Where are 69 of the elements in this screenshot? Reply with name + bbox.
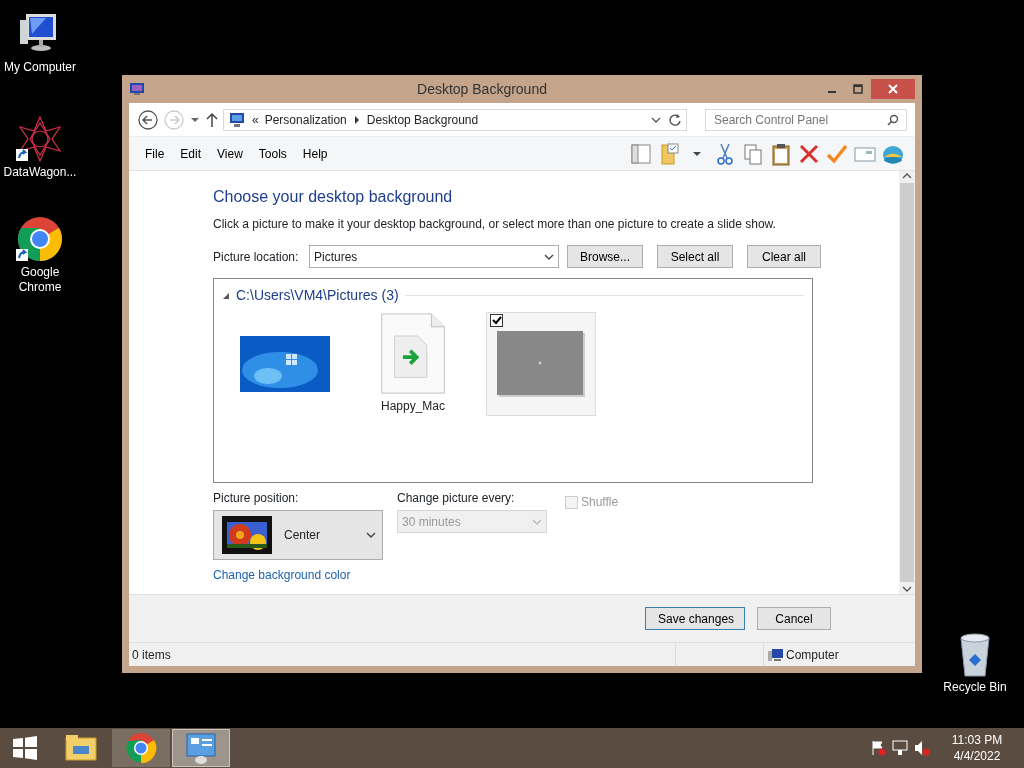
picture-tile[interactable] [486,312,596,416]
breadcrumb-arrow-icon [352,114,361,125]
breadcrumb[interactable]: Desktop Background [366,110,479,129]
control-panel-icon [183,730,219,766]
flag-icon[interactable] [870,740,886,756]
taskbar-button[interactable] [112,729,170,767]
taskbar-button[interactable] [172,729,230,767]
selected-value: Center [284,527,322,544]
location-dropdown[interactable]: Pictures [309,245,559,268]
clock-date[interactable]: 4/4/2022 [942,748,1012,764]
picture-tile[interactable]: Happy_Mac [358,312,468,416]
checkbox-label: Shuffle [581,494,619,511]
scroll-down-icon[interactable] [902,584,912,594]
menu-item[interactable]: Edit [172,144,210,163]
clipboard-icon[interactable] [769,141,793,166]
menu-item[interactable]: Help [294,144,336,163]
windows-logo-icon[interactable] [12,735,38,761]
icon-label: My Computer [4,60,76,75]
back-icon[interactable] [137,108,159,131]
search-icon[interactable] [887,113,899,126]
control-panel-icon [228,111,246,128]
save-button[interactable]: Save changes [645,607,745,630]
refresh-icon[interactable] [668,112,682,127]
window-title: Desktop Background [416,79,548,99]
picture-name: Happy_Mac [381,398,445,415]
chrome-icon[interactable] [16,215,64,263]
maximize-icon[interactable] [853,84,863,94]
breadcrumb[interactable]: Personalization [264,110,347,129]
scrollbar-thumb[interactable] [900,183,914,582]
icon-label: DataWagon... [3,165,77,180]
caret-icon [544,252,554,261]
field-label: Change picture every: [397,490,516,507]
select-all-button[interactable]: Select all [657,245,733,268]
instructions-text: Click a picture to make it your desktop background, or select more than one picture to create a slide show. [213,216,777,233]
position-dropdown[interactable]: Center [213,510,383,560]
address-bar[interactable]: « Personalization Desktop Background [223,108,687,131]
window-icon [129,81,145,97]
status-text: 0 items [131,646,172,664]
up-icon[interactable] [205,111,219,128]
field-label: Picture location: [213,248,300,266]
menu-item[interactable]: View [209,144,251,163]
menu-item[interactable]: File [137,144,173,163]
group-title[interactable]: C:\Users\VM4\Pictures (3) [236,285,399,306]
expand-icon[interactable] [222,291,230,300]
clock-time[interactable]: 11:03 PM [942,732,1012,748]
page-heading: Choose your desktop background [213,187,454,207]
close-icon[interactable] [888,84,898,94]
cancel-button[interactable]: Cancel [757,607,831,630]
menu-item[interactable]: Tools [250,144,295,163]
browse-button[interactable]: Browse... [567,245,643,268]
close-button[interactable] [871,79,915,99]
icon-label: Recycle Bin [943,680,1007,695]
status-zone: Computer [786,646,839,664]
background-color-link[interactable]: Change background color [213,566,351,584]
chrome-icon [123,730,159,766]
icon-label: Google Chrome [17,265,63,295]
field-label: Picture position: [213,490,300,507]
network-icon[interactable] [892,740,908,756]
star-shape-icon[interactable] [16,115,64,163]
speaker-icon[interactable] [914,740,930,756]
clear-all-button[interactable]: Clear all [747,245,821,268]
caret-icon [532,517,542,526]
computer-icon [767,647,783,662]
scroll-up-icon[interactable] [902,171,912,181]
checkbox[interactable] [490,314,503,327]
search-field[interactable]: Search Control Panel [705,108,907,131]
file-icon [378,313,448,394]
chevron-icon[interactable]: « [252,110,259,129]
caret-icon [366,531,376,539]
